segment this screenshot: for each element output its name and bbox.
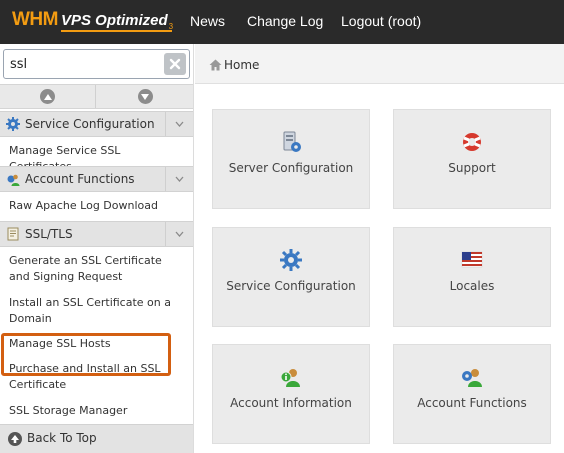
scroll-up-button[interactable] xyxy=(0,85,96,108)
collapse-toggle[interactable] xyxy=(165,112,193,136)
gear-icon xyxy=(280,249,302,271)
certificate-icon xyxy=(7,227,19,241)
whm-logo[interactable]: WHM VPS Optimized 3 xyxy=(12,9,173,35)
arrow-up-icon xyxy=(40,89,55,104)
home-icon xyxy=(209,59,222,71)
scroll-down-button[interactable] xyxy=(97,85,193,108)
tile-label: Support xyxy=(448,161,496,175)
back-to-top-label: Back To Top xyxy=(27,431,97,445)
collapse-toggle[interactable] xyxy=(165,222,193,246)
arrow-down-icon xyxy=(137,89,153,104)
user-gear-icon xyxy=(462,369,482,387)
logo-whm-text: WHM xyxy=(12,9,58,30)
tile-locales[interactable]: Locales xyxy=(393,227,551,327)
tile-label: Account Information xyxy=(230,396,352,410)
breadcrumb-bar: Home xyxy=(195,44,564,84)
nav-news[interactable]: News xyxy=(190,13,225,29)
breadcrumb-home: Home xyxy=(224,58,260,72)
menu-item-generate-ssl-csr[interactable]: Generate an SSL Certificate and Signing … xyxy=(9,253,185,285)
chevron-down-icon xyxy=(175,176,184,182)
close-icon xyxy=(169,58,181,70)
flag-icon xyxy=(461,251,483,268)
tile-label: Account Functions xyxy=(417,396,527,410)
menu-item-purchase-install-ssl[interactable]: Purchase and Install an SSL Certificate xyxy=(9,361,185,393)
category-label: Service Configuration xyxy=(25,117,155,131)
user-info-icon xyxy=(280,369,300,387)
arrow-up-circle-icon xyxy=(8,432,22,446)
tile-service-configuration[interactable]: Service Configuration xyxy=(212,227,370,327)
search-box xyxy=(3,49,190,79)
search-input[interactable] xyxy=(10,55,160,73)
tile-server-configuration[interactable]: Server Configuration xyxy=(212,109,370,209)
tile-label: Service Configuration xyxy=(226,279,356,293)
gear-icon xyxy=(6,117,20,131)
sidebar: Service Configuration Manage Service SSL… xyxy=(0,44,194,453)
nav-change-log[interactable]: Change Log xyxy=(247,13,323,29)
clear-search-button[interactable] xyxy=(164,53,186,75)
sidebar-scroll-controls xyxy=(0,84,193,109)
menu-item-manage-ssl-hosts[interactable]: Manage SSL Hosts xyxy=(9,336,185,352)
logo-vps-text: VPS Optimized xyxy=(60,12,172,32)
menu-item-install-ssl-certificate[interactable]: Install an SSL Certificate on a Domain xyxy=(9,295,185,327)
server-icon xyxy=(283,131,301,152)
category-ssl-tls[interactable]: SSL/TLS xyxy=(0,221,193,247)
chevron-down-icon xyxy=(175,231,184,237)
top-bar: WHM VPS Optimized 3 News Change Log Logo… xyxy=(0,0,564,44)
tile-support[interactable]: Support xyxy=(393,109,551,209)
menu-item-ssl-storage-manager[interactable]: SSL Storage Manager xyxy=(9,403,185,419)
category-service-configuration[interactable]: Service Configuration xyxy=(0,111,193,137)
nav-logout[interactable]: Logout (root) xyxy=(341,13,421,29)
breadcrumb[interactable]: Home xyxy=(209,58,259,72)
category-label: SSL/TLS xyxy=(25,227,73,241)
category-account-functions[interactable]: Account Functions xyxy=(0,166,193,192)
chevron-down-icon xyxy=(175,121,184,127)
back-to-top-button[interactable]: Back To Top xyxy=(0,424,193,453)
users-icon xyxy=(7,174,20,186)
tile-account-functions[interactable]: Account Functions xyxy=(393,344,551,444)
menu-item-raw-apache-log-download[interactable]: Raw Apache Log Download xyxy=(9,198,185,214)
logo-version: 3 xyxy=(168,22,174,31)
tile-account-information[interactable]: Account Information xyxy=(212,344,370,444)
lifebuoy-icon xyxy=(463,133,481,151)
collapse-toggle[interactable] xyxy=(165,167,193,191)
tile-label: Locales xyxy=(449,279,495,293)
tile-label: Server Configuration xyxy=(228,161,354,175)
category-label: Account Functions xyxy=(25,172,135,186)
